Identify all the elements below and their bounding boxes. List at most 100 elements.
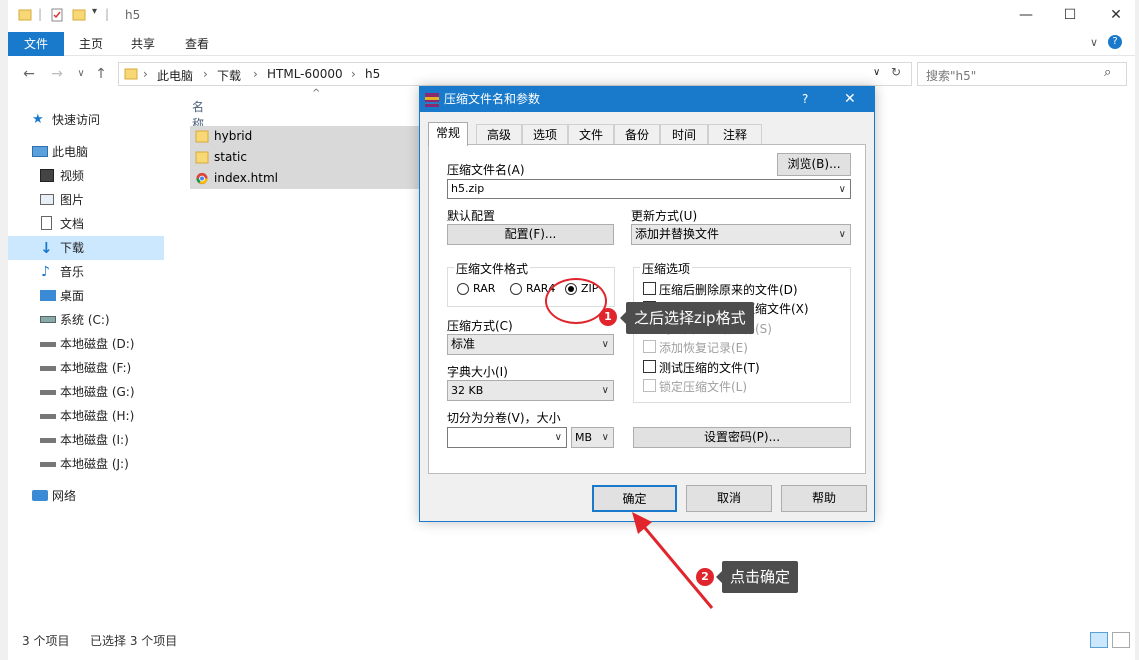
radio-rar4[interactable] xyxy=(510,283,522,295)
drive-icon xyxy=(40,366,56,371)
chevron-down-icon[interactable]: ∨ xyxy=(839,181,846,199)
ribbon-expand-icon[interactable]: ∨ xyxy=(1090,36,1098,49)
delete-after-checkbox[interactable] xyxy=(643,282,656,295)
chevron-down-icon[interactable]: ∨ xyxy=(555,428,562,447)
tab-advanced[interactable]: 高级 xyxy=(476,124,522,145)
nav-this-pc[interactable]: 此电脑 xyxy=(8,140,164,164)
nav-label: 视频 xyxy=(60,169,85,183)
close-icon[interactable]: ✕ xyxy=(1101,4,1131,26)
dictionary-select[interactable]: 32 KB ∨ xyxy=(447,380,614,401)
nav-drive-f[interactable]: 本地磁盘 (F:) xyxy=(8,356,164,380)
maximize-icon[interactable]: ☐ xyxy=(1055,4,1085,26)
large-icons-view-icon[interactable] xyxy=(1112,632,1130,648)
nav-drive-d[interactable]: 本地磁盘 (D:) xyxy=(8,332,164,356)
title-bar: | ▾ | h5 — ☐ ✕ xyxy=(8,0,1135,32)
drive-icon xyxy=(40,438,56,443)
forward-icon[interactable]: → xyxy=(48,64,66,84)
split-unit-select[interactable]: MB ∨ xyxy=(571,427,614,448)
dictionary-label: 字典大小(I) xyxy=(447,365,508,379)
nav-network[interactable]: 网络 xyxy=(8,484,164,508)
breadcrumb-separator: › xyxy=(143,67,148,81)
recent-locations-icon[interactable]: ∨ xyxy=(72,64,90,84)
breadcrumb-this-pc[interactable]: 此电脑 xyxy=(157,67,193,84)
tab-share[interactable]: 共享 xyxy=(120,32,166,56)
split-size-input[interactable]: ∨ xyxy=(447,427,567,448)
nav-drive-i[interactable]: 本地磁盘 (I:) xyxy=(8,428,164,452)
annotation-tip-1: 之后选择zip格式 xyxy=(620,302,754,334)
dialog-tabs: 常规 高级 选项 文件 备份 时间 注释 xyxy=(428,122,866,146)
nav-desktop[interactable]: 桌面 xyxy=(8,284,164,308)
tab-files[interactable]: 文件 xyxy=(568,124,614,145)
method-select[interactable]: 标准 ∨ xyxy=(447,334,614,355)
nav-drive-g[interactable]: 本地磁盘 (G:) xyxy=(8,380,164,404)
tab-general[interactable]: 常规 xyxy=(428,122,468,146)
file-name: hybrid xyxy=(214,129,253,143)
tab-options[interactable]: 选项 xyxy=(522,124,568,145)
details-view-icon[interactable] xyxy=(1090,632,1108,648)
file-row[interactable]: static xyxy=(190,147,430,168)
tab-comment[interactable]: 注释 xyxy=(708,124,762,145)
video-icon xyxy=(40,169,54,182)
tab-home[interactable]: 主页 xyxy=(68,32,114,56)
format-group-title: 压缩文件格式 xyxy=(454,260,531,277)
file-row[interactable]: hybrid xyxy=(190,126,430,147)
nav-videos[interactable]: 视频 xyxy=(8,164,164,188)
music-icon: ♪ xyxy=(41,264,50,280)
customize-quick-access-icon[interactable]: ▾ xyxy=(92,6,97,17)
address-bar[interactable]: › 此电脑 › 下载 › HTML-60000 › h5 ∨ ↻ xyxy=(118,62,912,86)
breadcrumb-downloads[interactable]: 下载 xyxy=(217,67,241,84)
help-icon[interactable]: ? xyxy=(1108,35,1122,49)
refresh-icon[interactable]: ↻ xyxy=(891,65,901,79)
nav-documents[interactable]: 文档 xyxy=(8,212,164,236)
nav-pictures[interactable]: 图片 xyxy=(8,188,164,212)
up-icon[interactable]: ↑ xyxy=(92,64,110,84)
nav-downloads[interactable]: ↓ 下载 xyxy=(8,236,164,260)
recovery-record-label: 添加恢复记录(E) xyxy=(659,341,748,355)
search-box[interactable]: 搜索"h5" ⌕ xyxy=(917,62,1127,86)
radio-rar-label: RAR xyxy=(473,282,496,295)
zip-highlight-circle xyxy=(545,278,607,324)
search-input[interactable]: 搜索"h5" xyxy=(926,67,976,84)
back-icon[interactable]: ← xyxy=(20,64,38,84)
drive-icon xyxy=(40,462,56,467)
window-title: h5 xyxy=(125,8,141,22)
nav-music[interactable]: ♪ 音乐 xyxy=(8,260,164,284)
browse-button[interactable]: 浏览(B)... xyxy=(777,153,851,176)
annotation-badge-2: 2 xyxy=(696,568,714,586)
title-separator: | xyxy=(38,7,43,21)
recovery-record-checkbox[interactable] xyxy=(643,340,656,353)
breadcrumb-html-60000[interactable]: HTML-60000 xyxy=(267,67,343,81)
address-dropdown-icon[interactable]: ∨ xyxy=(873,67,880,78)
tab-file[interactable]: 文件 xyxy=(8,32,64,56)
help-button[interactable]: 帮助 xyxy=(781,485,867,512)
dialog-close-icon[interactable]: ✕ xyxy=(844,87,856,112)
new-folder-icon[interactable] xyxy=(72,8,86,22)
nav-label: 此电脑 xyxy=(52,145,89,159)
navigation-pane: ★ 快速访问 此电脑 视频 图片 文档 ↓ 下载 ♪ 音乐 桌面 系统 (C:)… xyxy=(8,96,173,626)
file-row[interactable]: index.html xyxy=(190,168,430,189)
star-icon: ★ xyxy=(32,112,44,127)
nav-quick-access[interactable]: ★ 快速访问 xyxy=(8,108,164,132)
test-archive-checkbox[interactable] xyxy=(643,360,656,373)
title-separator: | xyxy=(105,7,110,21)
update-mode-select[interactable]: 添加并替换文件 ∨ xyxy=(631,224,851,245)
archive-name-input[interactable]: h5.zip ∨ xyxy=(447,179,851,199)
tab-time[interactable]: 时间 xyxy=(660,124,708,145)
minimize-icon[interactable]: — xyxy=(1011,4,1041,26)
radio-rar[interactable] xyxy=(457,283,469,295)
chevron-down-icon: ∨ xyxy=(601,385,609,396)
tab-view[interactable]: 查看 xyxy=(174,32,220,56)
nav-drive-c[interactable]: 系统 (C:) xyxy=(8,308,164,332)
search-icon[interactable]: ⌕ xyxy=(1104,65,1111,80)
dialog-help-icon[interactable]: ? xyxy=(802,87,808,112)
lock-archive-checkbox[interactable] xyxy=(643,379,656,392)
winrar-icon xyxy=(425,93,439,107)
nav-drive-j[interactable]: 本地磁盘 (J:) xyxy=(8,452,164,476)
nav-label: 图片 xyxy=(60,193,85,207)
properties-icon[interactable] xyxy=(50,8,64,22)
tab-backup[interactable]: 备份 xyxy=(614,124,660,145)
breadcrumb-h5[interactable]: h5 xyxy=(365,67,380,81)
set-password-button[interactable]: 设置密码(P)... xyxy=(633,427,851,448)
nav-drive-h[interactable]: 本地磁盘 (H:) xyxy=(8,404,164,428)
profile-button[interactable]: 配置(F)... xyxy=(447,224,614,245)
